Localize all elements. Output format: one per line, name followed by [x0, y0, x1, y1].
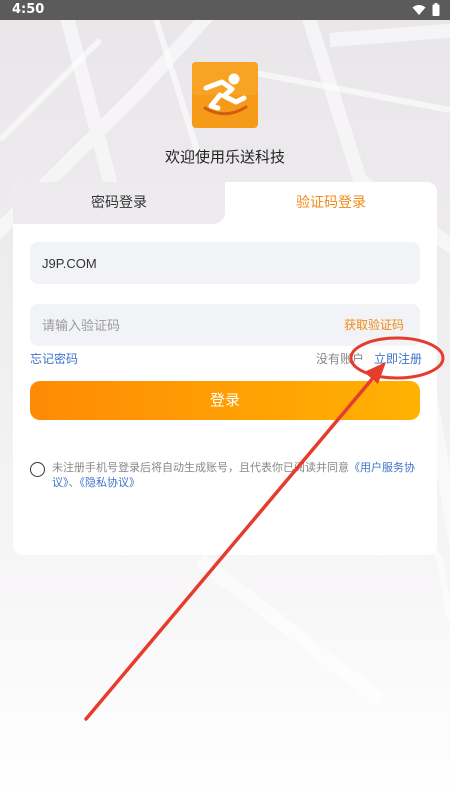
tab-code-login[interactable]: 验证码登录 [225, 182, 437, 224]
tab-password-login[interactable]: 密码登录 [13, 182, 225, 224]
code-field-container: 获取验证码 [30, 304, 420, 346]
get-code-button[interactable]: 获取验证码 [344, 304, 404, 346]
login-button[interactable]: 登录 [30, 381, 420, 420]
status-time: 4:50 [12, 2, 45, 17]
login-card: 密码登录 验证码登录 获取验证码 忘记密码 没有账户 立即注册 登录 未注册手机… [13, 182, 437, 555]
app-logo-icon [192, 62, 258, 128]
phone-input[interactable] [30, 242, 334, 284]
verification-code-input[interactable] [30, 304, 334, 346]
no-account-label: 没有账户 [316, 352, 365, 366]
battery-icon [432, 3, 440, 16]
privacy-agreement-link[interactable]: 《隐私协议》 [80, 476, 141, 489]
agreement-separator: 、 [68, 476, 80, 489]
login-tabs: 密码登录 验证码登录 [13, 182, 437, 224]
agreement-radio[interactable] [30, 462, 45, 477]
status-bar: 4:50 [0, 0, 450, 20]
phone-field-container [30, 242, 420, 284]
welcome-text: 欢迎使用乐送科技 [164, 148, 285, 166]
agreement-text: 未注册手机号登录后将自动生成账号，且代表你已阅读并同意《用户服务协议》、《隐私协… [52, 460, 424, 490]
register-now-link[interactable]: 立即注册 [374, 350, 422, 367]
agreement-prefix: 未注册手机号登录后将自动生成账号，且代表你已阅读并同意 [52, 461, 349, 474]
forgot-password-link[interactable]: 忘记密码 [30, 350, 78, 367]
wifi-icon [412, 4, 426, 15]
